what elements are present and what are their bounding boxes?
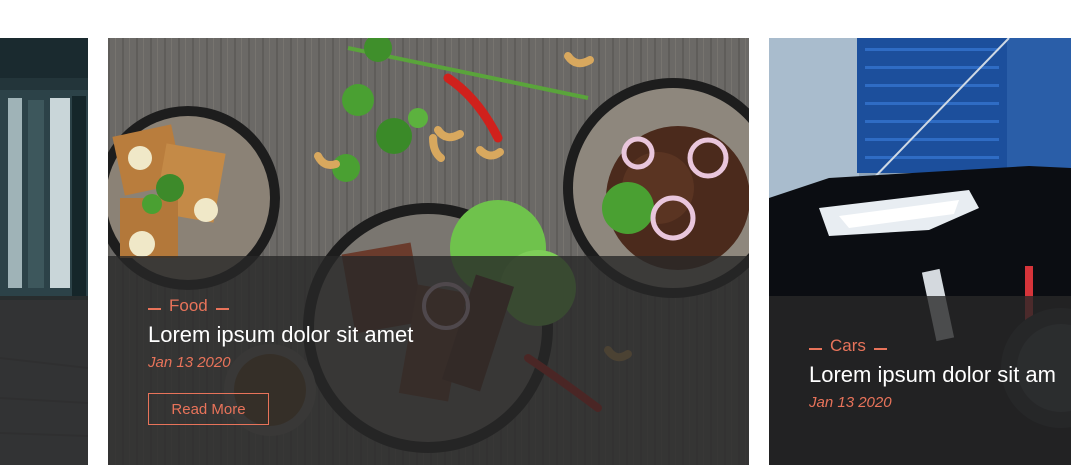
card-overlay <box>0 296 88 465</box>
post-card-cars[interactable]: Cars Lorem ipsum dolor sit am Jan 13 202… <box>769 38 1071 465</box>
dash-right <box>215 308 229 310</box>
dash-left <box>148 308 161 310</box>
post-card-left[interactable] <box>0 38 88 465</box>
post-date: Jan 13 2020 <box>148 354 231 371</box>
card-overlay: Food Lorem ipsum dolor sit amet Jan 13 2… <box>108 256 749 465</box>
read-more-button[interactable]: Read More <box>148 393 269 425</box>
card-overlay: Cars Lorem ipsum dolor sit am Jan 13 202… <box>769 296 1071 465</box>
dash-left <box>809 348 822 350</box>
category-text: Cars <box>830 336 866 355</box>
post-date: Jan 13 2020 <box>809 394 892 411</box>
dash-right <box>873 348 887 350</box>
category-text: Food <box>169 296 208 315</box>
post-title[interactable]: Lorem ipsum dolor sit am <box>809 362 1056 388</box>
post-title[interactable]: Lorem ipsum dolor sit amet <box>148 322 413 348</box>
post-card-food[interactable]: Food Lorem ipsum dolor sit amet Jan 13 2… <box>108 38 749 465</box>
category-label[interactable]: Cars <box>809 336 887 356</box>
category-label[interactable]: Food <box>148 296 229 316</box>
